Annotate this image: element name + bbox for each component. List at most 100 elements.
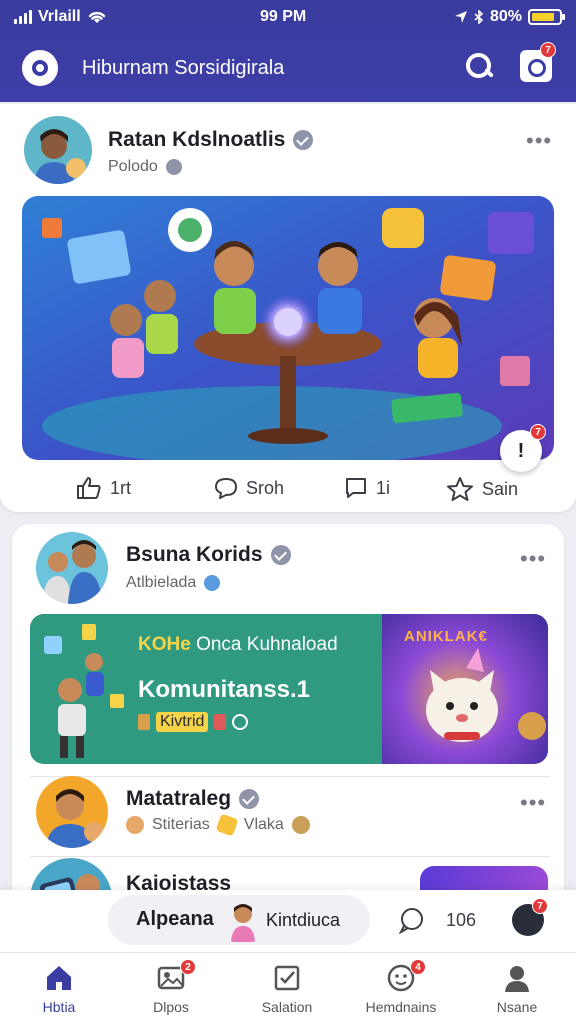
battery-icon — [528, 9, 565, 25]
tab-community[interactable]: 4 Hemdnains — [346, 959, 456, 1015]
tab-photos[interactable]: 2 Dlpos — [116, 959, 226, 1015]
gallery-icon: 2 — [156, 959, 196, 993]
wifi-icon — [88, 11, 105, 23]
thumbs-up-icon — [77, 477, 101, 499]
star-icon — [447, 477, 473, 501]
post-subtitle-text: Atlbielada — [126, 574, 197, 591]
comment-count: Sroh — [246, 477, 285, 498]
post-image[interactable] — [22, 196, 554, 460]
more-options-icon[interactable]: ••• — [526, 128, 552, 154]
post-subtitle: Stiterias Vlaka — [126, 813, 310, 837]
promo-title: Komunitanss.1 — [138, 676, 311, 703]
post-subtitle-text-2: Vlaka — [243, 816, 284, 833]
status-right: 80% — [454, 8, 565, 26]
checklist-icon — [272, 963, 302, 993]
status-left: Vrlaill — [14, 8, 107, 26]
promo-highlight: KOHe — [138, 634, 191, 655]
author-name: Ratan Kdslnoatlis — [108, 128, 286, 151]
profile-button[interactable]: 7 — [512, 898, 548, 936]
author-avatar[interactable] — [36, 776, 108, 848]
reply-count: 1i — [376, 477, 391, 498]
notifications-badge: 7 — [540, 42, 556, 58]
post-author[interactable]: Bsuna Korids — [126, 543, 291, 567]
quick-action-button[interactable]: ! 7 — [500, 424, 546, 472]
promo-artwork: ANIKLAK€ — [382, 614, 548, 764]
author-avatar[interactable] — [24, 116, 92, 184]
divider — [30, 776, 550, 777]
reply-button[interactable]: 1i — [344, 476, 390, 500]
promo-tags: Kivtrid — [138, 712, 249, 732]
tab-label: Salation — [261, 999, 313, 1015]
tab-label: Nsane — [496, 999, 538, 1015]
promo-line1: Onca Kuhnaload — [196, 634, 338, 655]
search-icon[interactable] — [462, 50, 496, 84]
post-actions: 1rt Sroh 1i Sain — [0, 470, 576, 506]
verified-icon — [239, 789, 260, 809]
cat-mascot-icon — [426, 648, 546, 742]
composer-left-label[interactable]: Alpeana — [136, 908, 214, 931]
location-icon — [454, 11, 467, 23]
signal-icon — [14, 10, 32, 24]
author-name: Matatraleg — [126, 787, 232, 810]
tab-home[interactable]: Hbtia — [4, 963, 114, 1015]
clock: 99 PM — [260, 8, 307, 25]
save-button[interactable]: Sain — [446, 476, 518, 502]
profile-badge: 7 — [532, 898, 548, 914]
post-subtitle: Polodo — [108, 158, 182, 176]
tag-icon — [291, 816, 310, 834]
info-icon — [204, 575, 221, 591]
home-icon — [44, 963, 74, 993]
like-button[interactable]: 1rt — [76, 476, 131, 500]
globe-icon — [165, 159, 182, 175]
save-label: Sain — [482, 478, 519, 499]
author-name: Bsuna Korids — [126, 543, 263, 566]
tab-label: Hemdnains — [365, 999, 437, 1015]
post-subtitle: Atlbielada — [126, 574, 221, 592]
bottom-navigation: Hbtia 2 Dlpos Salation 4 Hemdnains Nsane — [0, 952, 576, 1024]
battery-percent: 80% — [489, 8, 522, 25]
divider — [30, 856, 550, 857]
verified-icon — [293, 130, 314, 150]
status-bar: Vrlaill 99 PM 80% — [0, 6, 576, 30]
more-options-icon[interactable]: ••• — [520, 546, 546, 572]
tab-label: Dlpos — [153, 999, 189, 1015]
carrier-label: Vrlaill — [38, 8, 81, 25]
promo-headline: KOHe Onca Kuhnaload — [138, 634, 338, 656]
post-subtitle-text: Stiterias — [152, 816, 210, 833]
composer-right-label[interactable]: Kintdiuca — [266, 910, 340, 931]
like-count: 1rt — [110, 477, 132, 498]
verified-icon — [270, 545, 291, 565]
coin-icon — [138, 714, 150, 730]
post-subtitle-text: Polodo — [108, 158, 158, 175]
app-title: Hiburnam Sorsidigirala — [82, 57, 285, 79]
top-app-bar: Vrlaill 99 PM 80% Hiburnam Sorsidigirala… — [0, 0, 576, 102]
notifications-icon[interactable]: 7 — [520, 42, 556, 82]
more-options-icon[interactable]: ••• — [520, 790, 546, 816]
post-author[interactable]: Matatraleg — [126, 787, 260, 811]
promo-tag: Kivtrid — [156, 712, 209, 732]
tab-tasks[interactable]: Salation — [232, 963, 342, 1015]
comment-button[interactable]: Sroh — [214, 476, 284, 500]
author-avatar[interactable] — [36, 532, 108, 604]
promo-illustration — [30, 614, 140, 764]
tab-profile[interactable]: Nsane — [462, 963, 572, 1015]
post-author[interactable]: Ratan Kdslnoatlis — [108, 128, 314, 152]
comment-count: 106 — [446, 910, 477, 930]
comment-icon — [215, 478, 237, 499]
smile-icon: 4 — [386, 959, 426, 993]
check-icon — [232, 714, 249, 730]
tab-badge: 2 — [180, 959, 196, 975]
user-icon — [502, 963, 532, 993]
quick-action-badge: 7 — [530, 424, 546, 440]
emoji-icon — [126, 816, 144, 834]
gift-icon — [214, 714, 227, 730]
message-icon — [346, 478, 366, 498]
tab-label: Hbtia — [42, 999, 76, 1015]
app-logo[interactable] — [22, 50, 58, 86]
comment-icon[interactable] — [398, 906, 426, 934]
sparkle-icon — [215, 813, 239, 837]
mini-avatar — [228, 902, 258, 942]
tab-badge: 4 — [410, 959, 426, 975]
promo-banner[interactable]: KOHe Onca Kuhnaload Komunitanss.1 Kivtri… — [30, 614, 548, 764]
bluetooth-icon — [474, 10, 484, 24]
